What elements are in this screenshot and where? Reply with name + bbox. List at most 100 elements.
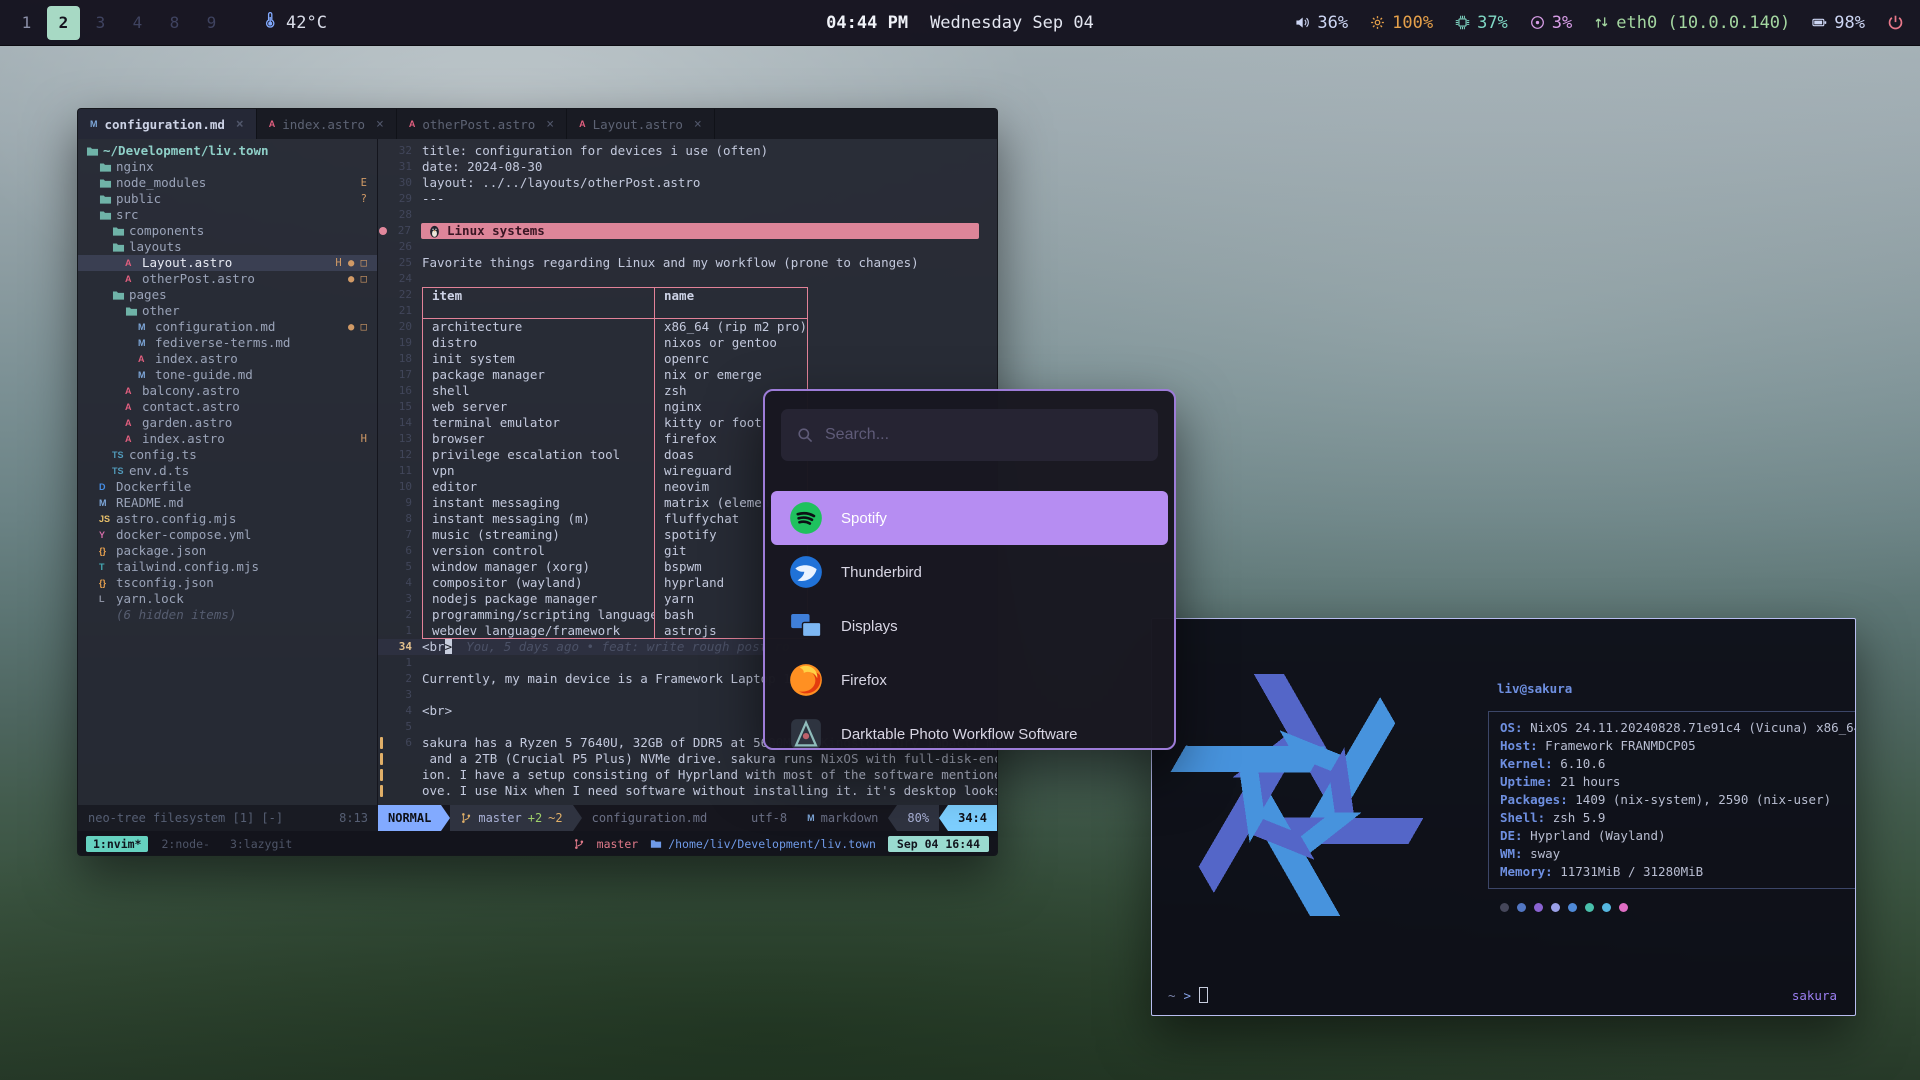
tree-item-(6 hidden items)[interactable]: (6 hidden items): [78, 607, 377, 623]
tree-item-package.json[interactable]: {} package.json: [78, 543, 377, 559]
tree-item-label: Dockerfile: [116, 479, 191, 495]
tab-otherPost.astro[interactable]: A otherPost.astro ×: [397, 109, 567, 139]
gutter-sign: [378, 255, 388, 271]
tree-item-pages[interactable]: pages: [78, 287, 377, 303]
tab-Layout.astro[interactable]: A Layout.astro ×: [567, 109, 715, 139]
close-icon[interactable]: ×: [376, 117, 384, 132]
tree-item-tone-guide.md[interactable]: M tone-guide.md: [78, 367, 377, 383]
tree-item-tsconfig.json[interactable]: {} tsconfig.json: [78, 575, 377, 591]
tree-item-env.d.ts[interactable]: TS env.d.ts: [78, 463, 377, 479]
tree-item-configuration.md[interactable]: M configuration.md ● □: [78, 319, 377, 335]
power-button[interactable]: [1887, 14, 1904, 31]
net-icon: [1594, 15, 1609, 30]
shell-prompt[interactable]: ~ >: [1168, 987, 1208, 1003]
workspace-9[interactable]: 9: [195, 6, 228, 40]
line-text: date: 2024-08-30: [422, 159, 542, 175]
tree-item-layouts[interactable]: layouts: [78, 239, 377, 255]
tree-root[interactable]: ~/Development/liv.town: [78, 143, 377, 159]
tree-item-other[interactable]: other: [78, 303, 377, 319]
tree-item-balcony.astro[interactable]: A balcony.astro: [78, 383, 377, 399]
tmux-datetime: Sep 04 16:44: [888, 836, 989, 852]
tree-item-src[interactable]: src: [78, 207, 377, 223]
tree-item-otherPost.astro[interactable]: A otherPost.astro ● □: [78, 271, 377, 287]
tab-index.astro[interactable]: A index.astro ×: [257, 109, 397, 139]
tree-item-badge: ?: [361, 191, 377, 207]
tree-item-garden.astro[interactable]: A garden.astro: [78, 415, 377, 431]
workspace-1[interactable]: 1: [10, 6, 43, 40]
palette-dot: [1602, 903, 1611, 912]
module-value: 3%: [1552, 13, 1572, 33]
cpu-module[interactable]: 37%: [1455, 13, 1508, 33]
workspace-8[interactable]: 8: [158, 6, 191, 40]
launcher-item-displays[interactable]: Displays: [771, 599, 1168, 653]
app-label: Firefox: [841, 672, 887, 689]
workspace-3[interactable]: 3: [84, 6, 117, 40]
powerline-separator: [939, 805, 948, 831]
tree-item-badge: ● □: [348, 271, 377, 287]
folder-open-icon: [86, 145, 103, 158]
disk-module[interactable]: 3%: [1530, 13, 1572, 33]
table-header-row: 22 item name: [378, 287, 997, 303]
line-number: 5: [388, 719, 422, 735]
tree-item-README.md[interactable]: M README.md: [78, 495, 377, 511]
module-list: 36% 100% 37% 3% eth0 (10.0.0.140) 98%: [1295, 13, 1865, 33]
tree-item-yarn.lock[interactable]: L yarn.lock: [78, 591, 377, 607]
tmux-session-1:nvim*[interactable]: 1:nvim*: [86, 836, 148, 852]
tree-item-docker-compose.yml[interactable]: Y docker-compose.yml: [78, 527, 377, 543]
line-text: title: configuration for devices i use (…: [422, 143, 768, 159]
table-cell-item: nodejs package manager: [423, 591, 655, 607]
tree-item-index.astro[interactable]: A index.astro H: [78, 431, 377, 447]
tree-item-components[interactable]: components: [78, 223, 377, 239]
tree-item-Layout.astro[interactable]: A Layout.astro H ● □: [78, 255, 377, 271]
line-number: 15: [388, 399, 422, 415]
folder-open-icon: [112, 289, 129, 302]
close-icon[interactable]: ×: [236, 117, 244, 132]
tree-item-label: yarn.lock: [116, 591, 184, 607]
markdown-file-icon: M: [99, 495, 116, 511]
terminal-window[interactable]: liv@sakura OS: NixOS 24.11.20240828.71e9…: [1151, 618, 1856, 1016]
tree-item-node_modules[interactable]: node_modules E: [78, 175, 377, 191]
search-input[interactable]: Search...: [781, 409, 1158, 461]
tree-item-tailwind.config.mjs[interactable]: T tailwind.config.mjs: [78, 559, 377, 575]
tree-item-public[interactable]: public ?: [78, 191, 377, 207]
network-module[interactable]: eth0 (10.0.0.140): [1594, 13, 1790, 33]
tree-item-Dockerfile[interactable]: D Dockerfile: [78, 479, 377, 495]
git-branch-icon: [573, 838, 585, 850]
tmux-session-3:lazygit[interactable]: 3:lazygit: [223, 836, 299, 852]
tab-configuration.md[interactable]: M configuration.md ×: [78, 109, 257, 139]
git-added-count: +2: [528, 811, 542, 825]
battery-module[interactable]: 98%: [1812, 13, 1865, 33]
tree-item-label: docker-compose.yml: [116, 527, 251, 543]
tree-item-nginx[interactable]: nginx: [78, 159, 377, 175]
tree-item-fediverse-terms.md[interactable]: M fediverse-terms.md: [78, 335, 377, 351]
powerline-separator: [888, 805, 897, 831]
tree-item-label: other: [142, 303, 180, 319]
close-icon[interactable]: ×: [546, 117, 554, 132]
tree-item-index.astro[interactable]: A index.astro: [78, 351, 377, 367]
line-number: 25: [388, 255, 422, 271]
tree-item-astro.config.mjs[interactable]: JS astro.config.mjs: [78, 511, 377, 527]
brightness-module[interactable]: 100%: [1370, 13, 1433, 33]
clock-time: 04:44 PM: [826, 13, 908, 33]
tree-item-label: configuration.md: [155, 319, 275, 335]
workspace-2[interactable]: 2: [47, 6, 80, 40]
close-icon[interactable]: ×: [694, 117, 702, 132]
launcher-item-darktable[interactable]: Darktable Photo Workflow Software: [771, 707, 1168, 750]
fetch-label: Uptime:: [1500, 774, 1560, 789]
markdown-file-icon: M: [138, 335, 155, 351]
fetch-entry-wm: WM: sway: [1500, 845, 1856, 863]
launcher-item-thunderbird[interactable]: Thunderbird: [771, 545, 1168, 599]
fetch-value: Framework FRANMDCP05: [1545, 738, 1696, 753]
tree-item-contact.astro[interactable]: A contact.astro: [78, 399, 377, 415]
workspace-switcher: 123489 42°C: [0, 6, 327, 40]
launcher-item-spotify[interactable]: Spotify: [771, 491, 1168, 545]
line-text: <br>You, 5 days ago • feat: write rough …: [422, 639, 790, 655]
tree-item-config.ts[interactable]: TS config.ts: [78, 447, 377, 463]
volume-module[interactable]: 36%: [1295, 13, 1348, 33]
folder-icon: [99, 193, 116, 206]
terminal-hostname-label: sakura: [1792, 988, 1837, 1003]
workspace-4[interactable]: 4: [121, 6, 154, 40]
tmux-session-2:node-[interactable]: 2:node-: [154, 836, 216, 852]
launcher-item-firefox[interactable]: Firefox: [771, 653, 1168, 707]
tree-item-badge: H: [361, 431, 377, 447]
